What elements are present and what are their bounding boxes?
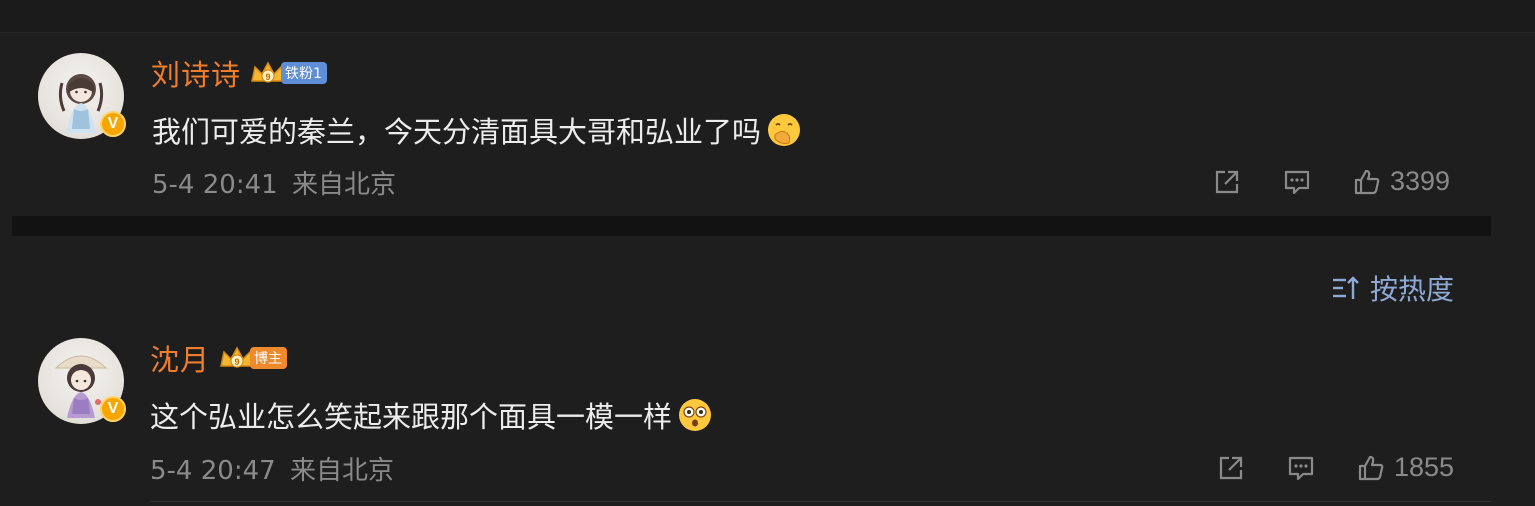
blogger-badge: 博主 (250, 347, 288, 369)
comment-location: 来自北京 (289, 456, 394, 486)
bottom-divider (150, 501, 1491, 502)
comment-text: 我们可爱的秦兰，今天分清面具大哥和弘业了吗 (152, 115, 762, 149)
comment-icon[interactable] (1286, 453, 1316, 483)
comment-icon[interactable] (1282, 167, 1312, 197)
comment-text-row: 这个弘业怎么笑起来跟那个面具一模一样 (150, 393, 714, 437)
fan-badge: 铁粉1 (281, 62, 327, 84)
name-row: 刘诗诗 9 铁粉1 (151, 53, 327, 93)
sort-button[interactable]: 按热度 (1330, 268, 1454, 308)
comment-location: 来自北京 (291, 170, 396, 200)
avatar[interactable]: V (38, 338, 126, 424)
share-icon[interactable] (1216, 453, 1246, 483)
like-icon[interactable] (1352, 167, 1382, 197)
comment-time: 5-4 20:47 (150, 456, 276, 486)
crown-level: 9 (266, 72, 271, 82)
sort-label: 按热度 (1370, 273, 1455, 306)
like-count: 3399 (1390, 166, 1451, 196)
comment-meta: 5-4 20:47 来自北京 (150, 450, 394, 487)
like-icon[interactable] (1356, 453, 1386, 483)
name-row: 沈月 9 博主 (150, 337, 288, 379)
avatar[interactable]: V (38, 53, 126, 139)
verified-badge-icon: V (100, 111, 126, 137)
like-count: 1855 (1394, 452, 1455, 482)
comment-actions: 1855 (1216, 452, 1454, 483)
comment-text: 这个弘业怎么笑起来跟那个面具一模一样 (150, 400, 673, 434)
comment-actions: 3399 (1212, 166, 1450, 197)
username[interactable]: 沈月 (150, 337, 210, 379)
hand-over-mouth-emoji-icon (765, 111, 803, 149)
comment-meta: 5-4 20:41 来自北京 (152, 164, 396, 201)
share-icon[interactable] (1212, 167, 1242, 197)
flushed-emoji-icon (676, 396, 714, 434)
top-strip (0, 0, 1535, 33)
comment-text-row: 我们可爱的秦兰，今天分清面具大哥和弘业了吗 (152, 108, 803, 152)
section-divider (12, 216, 1491, 236)
crown-level: 9 (235, 357, 240, 367)
verified-badge-icon: V (100, 396, 126, 422)
sort-icon (1330, 273, 1362, 303)
comment-time: 5-4 20:41 (152, 170, 278, 200)
username[interactable]: 刘诗诗 (151, 52, 241, 94)
